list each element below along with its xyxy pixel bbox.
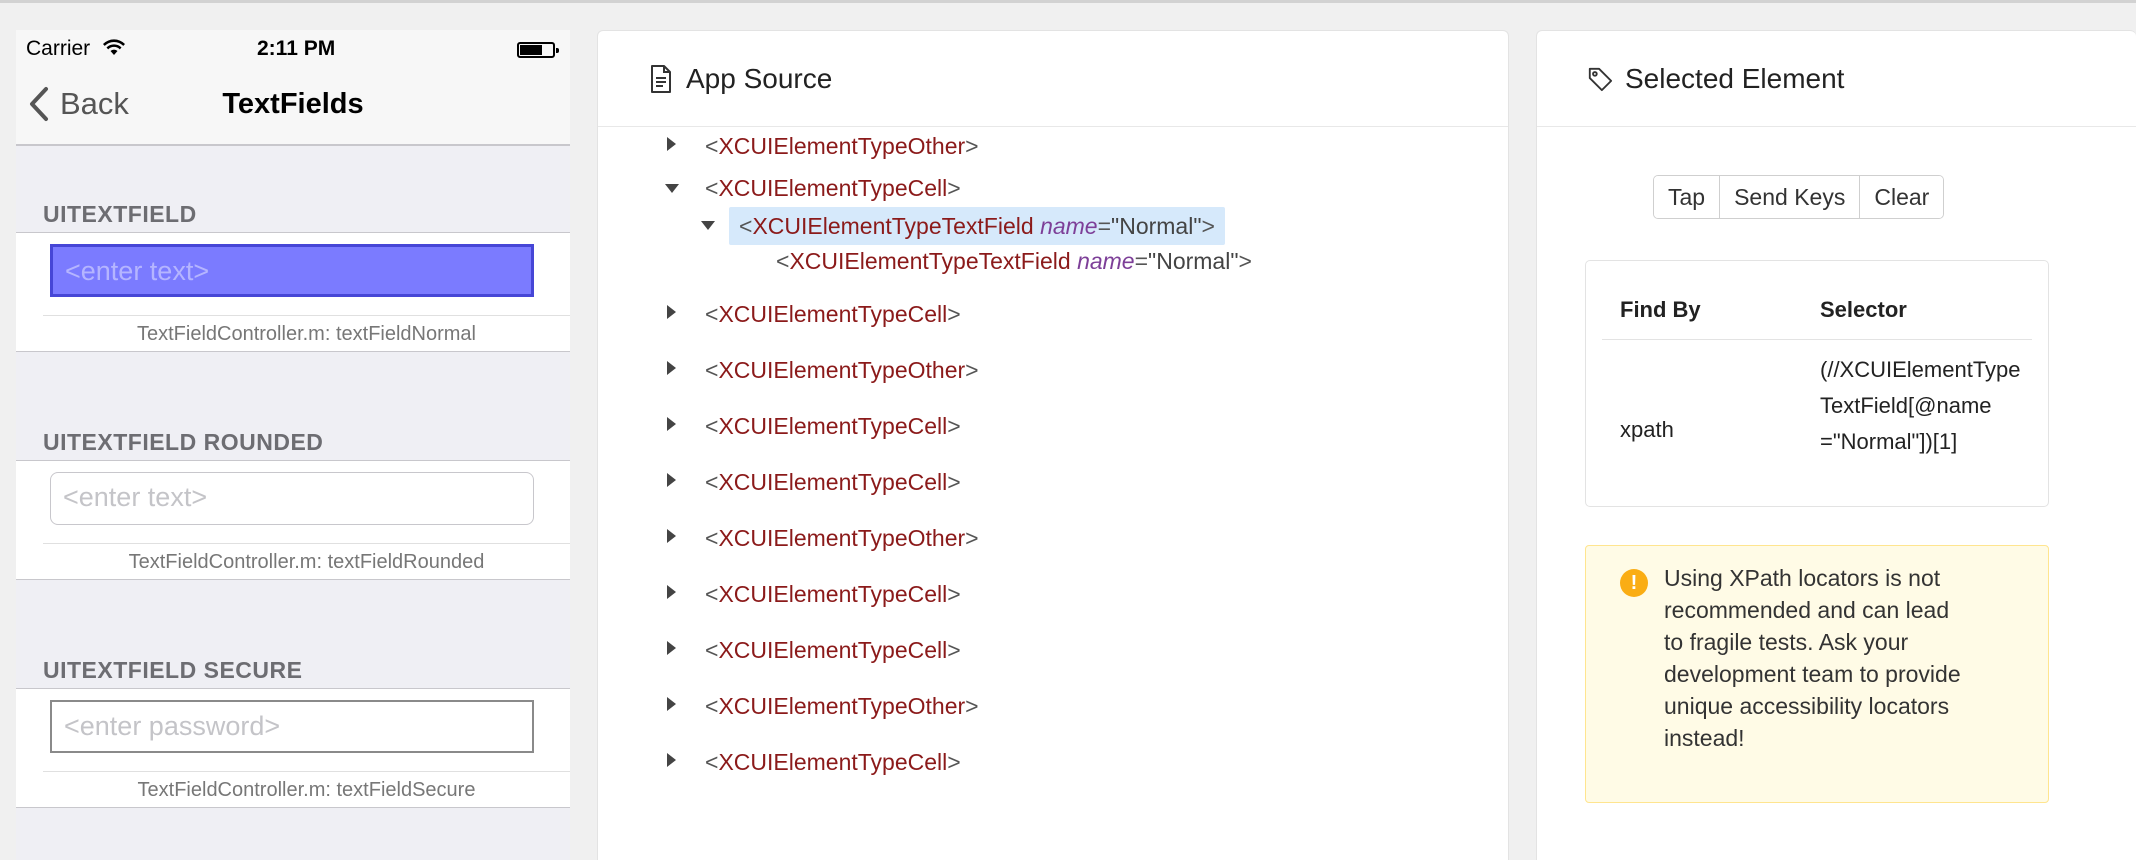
warning-message: Using XPath locators is not recommended … bbox=[1664, 565, 1961, 751]
clock: 2:11 PM bbox=[257, 37, 336, 60]
selected-element-header: Selected Element bbox=[1537, 31, 2136, 127]
textfield-normal[interactable]: <enter text> bbox=[50, 244, 534, 297]
expand-caret-icon[interactable] bbox=[667, 697, 676, 711]
tree-node[interactable]: <XCUIElementTypeCell> bbox=[705, 295, 961, 333]
expand-caret-icon[interactable] bbox=[667, 641, 676, 655]
warning-icon: ! bbox=[1620, 569, 1648, 597]
app-source-header: App Source bbox=[598, 31, 1508, 127]
selected-element-panel: Selected Element Tap Send Keys Clear Fin… bbox=[1536, 30, 2136, 860]
selected-element-title: Selected Element bbox=[1625, 62, 1845, 94]
document-icon bbox=[651, 64, 671, 93]
section-header-secure: UITEXTFIELD SECURE bbox=[43, 657, 303, 683]
tree-node[interactable]: <XCUIElementTypeCell> bbox=[705, 407, 961, 445]
clear-button[interactable]: Clear bbox=[1859, 176, 1944, 218]
locator-table: Find By Selector xpath (//XCUIElementTyp… bbox=[1585, 260, 2049, 507]
collapse-caret-icon[interactable] bbox=[665, 184, 679, 193]
tree-node[interactable]: <XCUIElementTypeCell> bbox=[705, 575, 961, 613]
expand-caret-icon[interactable] bbox=[667, 417, 676, 431]
tag-icon bbox=[1588, 67, 1613, 91]
action-button-group: Tap Send Keys Clear bbox=[1653, 175, 1945, 219]
xpath-warning-alert: ! Using XPath locators is not recommende… bbox=[1585, 545, 2049, 803]
expand-caret-icon[interactable] bbox=[667, 585, 676, 599]
expand-caret-icon[interactable] bbox=[667, 137, 676, 151]
tree-node[interactable]: <XCUIElementTypeCell> bbox=[705, 169, 961, 207]
tree-node[interactable]: <XCUIElementTypeOther> bbox=[705, 519, 979, 557]
collapse-caret-icon[interactable] bbox=[701, 221, 715, 230]
locator-selector[interactable]: (//XCUIElementTypeTextField[@name="Norma… bbox=[1820, 352, 2025, 460]
carrier-label: Carrier bbox=[26, 37, 91, 60]
tree-node[interactable]: <XCUIElementTypeCell> bbox=[705, 463, 961, 501]
find-by-header: Find By bbox=[1620, 297, 1701, 322]
section-header-normal: UITEXTFIELD bbox=[43, 201, 197, 227]
locator-strategy: xpath bbox=[1620, 417, 1674, 442]
tree-node[interactable]: <XCUIElementTypeOther> bbox=[705, 351, 979, 389]
wifi-icon bbox=[103, 39, 125, 55]
tree-node[interactable]: <XCUIElementTypeOther> bbox=[705, 687, 979, 725]
caption-secure: TextFieldController.m: textFieldSecure bbox=[43, 771, 570, 807]
expand-caret-icon[interactable] bbox=[667, 753, 676, 767]
send-keys-button[interactable]: Send Keys bbox=[1719, 176, 1860, 218]
caption-normal: TextFieldController.m: textFieldNormal bbox=[43, 315, 570, 351]
navigation-bar: Back TextFields bbox=[16, 68, 570, 146]
tree-node[interactable]: <XCUIElementTypeOther> bbox=[705, 127, 979, 165]
section-header-rounded: UITEXTFIELD ROUNDED bbox=[43, 429, 324, 455]
tree-node-selected[interactable]: <XCUIElementTypeTextField name="Normal"> bbox=[729, 207, 1225, 245]
tap-button[interactable]: Tap bbox=[1654, 176, 1720, 218]
expand-caret-icon[interactable] bbox=[667, 529, 676, 543]
app-source-panel: App Source <XCUIElementTypeOther> <XCUIE… bbox=[597, 30, 1509, 860]
cell-rounded: <enter text> TextFieldController.m: text… bbox=[16, 460, 570, 580]
table-divider bbox=[1602, 339, 2032, 340]
caption-rounded: TextFieldController.m: textFieldRounded bbox=[43, 543, 570, 579]
tree-node[interactable]: <XCUIElementTypeCell> bbox=[705, 743, 961, 781]
cell-secure: <enter password> TextFieldController.m: … bbox=[16, 688, 570, 808]
expand-caret-icon[interactable] bbox=[667, 361, 676, 375]
textfield-rounded[interactable]: <enter text> bbox=[50, 472, 534, 525]
screen-title: TextFields bbox=[222, 88, 364, 120]
app-source-title: App Source bbox=[686, 62, 833, 94]
device-screenshot[interactable]: Carrier 2:11 PM Back TextFields UITEXTFI… bbox=[16, 30, 570, 860]
textfield-secure[interactable]: <enter password> bbox=[50, 700, 534, 753]
tree-node[interactable]: <XCUIElementTypeCell> bbox=[705, 631, 961, 669]
battery-icon bbox=[517, 42, 559, 58]
status-bar: Carrier 2:11 PM bbox=[16, 30, 570, 68]
cell-normal: <enter text> TextFieldController.m: text… bbox=[16, 232, 570, 352]
tree-node[interactable]: <XCUIElementTypeTextField name="Normal"> bbox=[776, 242, 1252, 280]
selector-header: Selector bbox=[1820, 297, 1907, 322]
expand-caret-icon[interactable] bbox=[667, 305, 676, 319]
expand-caret-icon[interactable] bbox=[667, 473, 676, 487]
